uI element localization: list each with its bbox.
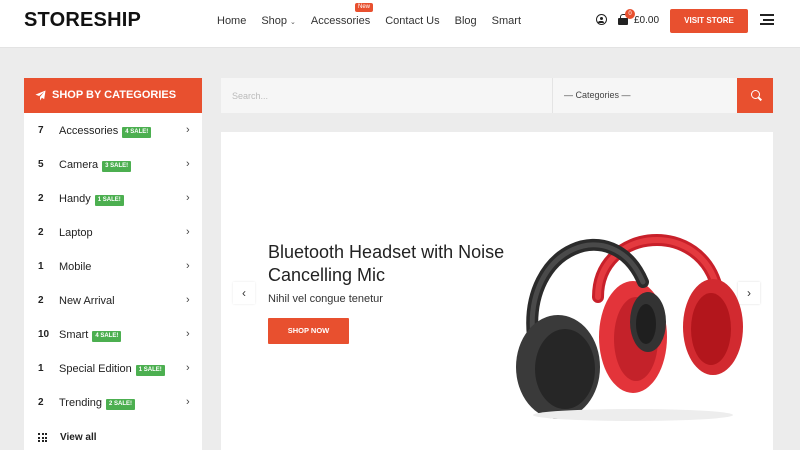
view-all-link[interactable]: View all: [24, 431, 202, 450]
nav-smart[interactable]: Smart: [492, 14, 521, 30]
nav-home[interactable]: Home: [217, 14, 246, 30]
menu-icon[interactable]: [760, 14, 774, 25]
category-name: Accessories: [59, 125, 119, 137]
chevron-right-icon: ›: [186, 362, 190, 374]
main-nav: Home Shop ⌄ Accessories Contact Us Blog S…: [217, 14, 536, 30]
search-input[interactable]: [221, 78, 552, 113]
chevron-left-icon: ‹: [242, 286, 246, 300]
sidebar-header: SHOP BY CATEGORIES: [24, 78, 202, 113]
category-count: 5: [38, 159, 44, 170]
cart-total[interactable]: £0.00: [634, 15, 659, 26]
visit-store-button[interactable]: VISIT STORE: [670, 9, 748, 33]
shop-now-button[interactable]: SHOP NOW: [268, 318, 349, 344]
nav-smart-label: Smart: [491, 15, 522, 27]
hero-title: Bluetooth Headset with Noise Cancelling …: [268, 242, 505, 285]
category-name: Trending: [59, 397, 103, 409]
sale-badge: 1 SALE!: [94, 195, 124, 206]
site-header: STORESHIP Home Shop ⌄ Accessories Contact…: [0, 0, 800, 48]
category-name: Handy: [59, 193, 91, 205]
nav-home-label: Home: [217, 15, 247, 27]
category-name: Smart: [59, 329, 89, 341]
category-name-wrap: Smart 4 SALE!: [59, 329, 122, 342]
hero-slider: Bluetooth Headset with Noise Cancelling …: [221, 132, 773, 450]
user-icon[interactable]: [596, 14, 607, 25]
category-name: Special Edition: [59, 363, 132, 375]
chevron-right-icon: ›: [186, 226, 190, 238]
category-item-handy[interactable]: 2 Handy 1 SALE! ›: [24, 182, 202, 216]
chevron-right-icon: ›: [186, 328, 190, 340]
headphones-image: [516, 234, 743, 421]
category-select[interactable]: — Categories —: [552, 78, 737, 113]
sale-badge: 3 SALE!: [102, 161, 132, 172]
category-item-trending[interactable]: 2 Trending 2 SALE! ›: [24, 386, 202, 420]
nav-blog[interactable]: Blog: [455, 14, 477, 30]
nav-accessories-label: Accessories: [310, 15, 371, 27]
category-name: Laptop: [59, 227, 93, 239]
category-item-smart[interactable]: 10 Smart 4 SALE! ›: [24, 318, 202, 352]
category-count: 10: [38, 329, 50, 340]
category-item-new-arrival[interactable]: 2 New Arrival ›: [24, 284, 202, 318]
chevron-right-icon: ›: [186, 158, 190, 170]
sidebar-title: SHOP BY CATEGORIES: [52, 89, 177, 101]
category-item-accessories[interactable]: 7 Accessories 4 SALE! ›: [24, 114, 202, 148]
category-count: 2: [38, 295, 44, 306]
category-name-wrap: Accessories 4 SALE!: [59, 125, 152, 138]
nav-shop-label: Shop: [261, 15, 288, 27]
category-count: 2: [38, 193, 44, 204]
category-item-mobile[interactable]: 1 Mobile ›: [24, 250, 202, 284]
category-name-wrap: Special Edition 1 SALE!: [59, 363, 165, 376]
chevron-right-icon: ›: [186, 396, 190, 408]
chevron-right-icon: ›: [186, 294, 190, 306]
sale-badge: 1 SALE!: [135, 365, 165, 376]
category-item-laptop[interactable]: 2 Laptop ›: [24, 216, 202, 250]
category-name-wrap: Camera 3 SALE!: [59, 159, 132, 172]
category-name-wrap: Trending 2 SALE!: [59, 397, 136, 410]
nav-accessories[interactable]: Accessories: [311, 14, 370, 30]
hero-subtitle: Nihil vel congue tenetur: [268, 293, 383, 305]
chevron-right-icon: ›: [747, 286, 751, 300]
category-sidebar: SHOP BY CATEGORIES 7 Accessories 4 SALE! …: [24, 78, 202, 450]
chevron-right-icon: ›: [186, 124, 190, 136]
nav-shop[interactable]: Shop ⌄: [261, 14, 296, 30]
chevron-right-icon: ›: [186, 192, 190, 204]
grid-icon: [38, 433, 47, 442]
category-name-wrap: Handy 1 SALE!: [59, 193, 124, 206]
slider-prev-button[interactable]: ‹: [233, 282, 255, 304]
sale-badge: 4 SALE!: [122, 127, 152, 138]
category-name: Camera: [59, 159, 99, 171]
category-item-camera[interactable]: 5 Camera 3 SALE! ›: [24, 148, 202, 182]
category-count: 1: [38, 363, 44, 374]
category-list: 7 Accessories 4 SALE! › 5 Camera 3 SALE! ›…: [24, 113, 202, 420]
chevron-down-icon: ⌄: [290, 19, 296, 26]
nav-contact-us-label: Contact Us: [385, 15, 440, 27]
category-count: 7: [38, 125, 44, 136]
sale-badge: 2 SALE!: [106, 399, 136, 410]
category-count: 1: [38, 261, 44, 272]
view-all-label: View all: [60, 432, 97, 443]
site-logo[interactable]: STORESHIP: [24, 9, 141, 32]
new-badge: New: [355, 3, 374, 12]
search-button[interactable]: [737, 78, 773, 113]
sale-badge: 4 SALE!: [92, 331, 122, 342]
paper-plane-icon: [35, 90, 46, 101]
search-bar: — Categories —: [221, 78, 773, 113]
category-count: 2: [38, 397, 44, 408]
nav-contact-us[interactable]: Contact Us: [385, 14, 439, 30]
category-count: 2: [38, 227, 44, 238]
category-name: New Arrival: [59, 295, 115, 307]
category-item-special-edition[interactable]: 1 Special Edition 1 SALE! ›: [24, 352, 202, 386]
chevron-right-icon: ›: [186, 260, 190, 272]
category-name: Mobile: [59, 261, 92, 273]
nav-blog-label: Blog: [454, 15, 477, 27]
